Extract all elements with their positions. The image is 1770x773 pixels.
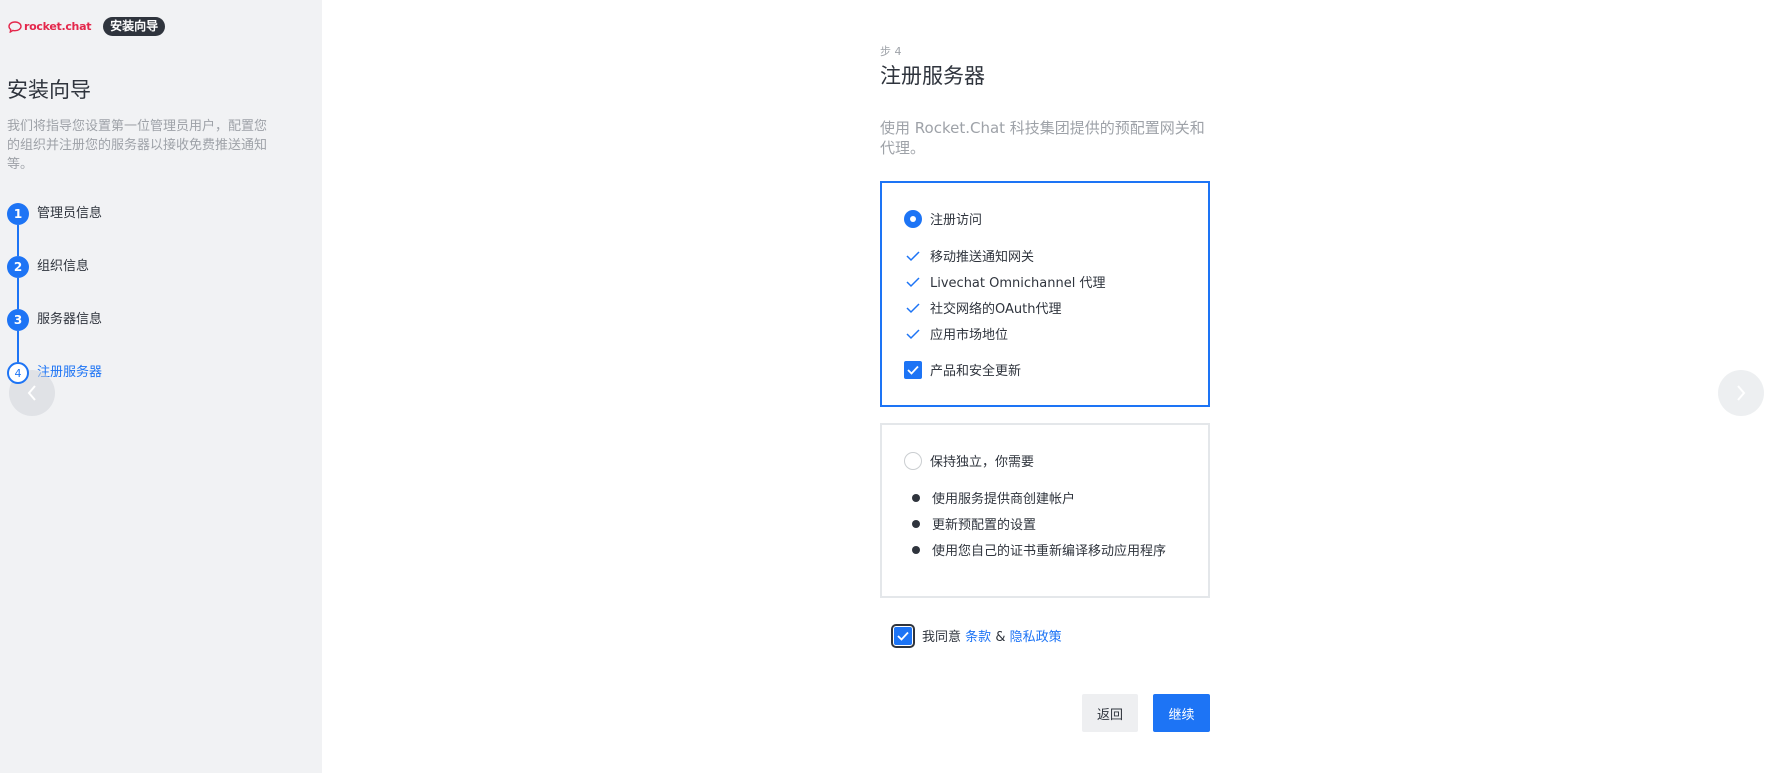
step-list: 1 管理员信息 2 组织信息 3 服务器信息 4 注册服务器 — [7, 203, 102, 415]
step-org-info: 2 组织信息 — [7, 256, 102, 309]
step-label: 服务器信息 — [37, 312, 103, 327]
terms-link[interactable]: 条款 — [965, 630, 991, 645]
standalone-radio[interactable] — [904, 451, 922, 470]
standalone-radio-row[interactable]: 保持独立，你需要 — [904, 451, 1034, 470]
step-server-info: 3 服务器信息 — [7, 309, 102, 362]
rocket-chat-logo-icon — [8, 20, 22, 33]
sidebar-description: 我们将指导您设置第一位管理员用户，配置您的组织并注册您的服务器以接收免费推送通知… — [7, 119, 268, 172]
agree-checkbox[interactable] — [891, 623, 915, 648]
check-icon — [904, 302, 922, 314]
agree-text: 我同意 条款 & 隐私政策 — [922, 626, 1062, 645]
step-number-current: 4 — [7, 362, 29, 384]
bullet-dot-icon — [912, 519, 920, 528]
next-slide-button[interactable] — [1718, 370, 1764, 416]
requirement-item: 使用您自己的证书重新编译移动应用程序 — [912, 540, 1166, 559]
feature-item: Livechat Omnichannel 代理 — [904, 272, 1105, 291]
requirement-label: 更新预配置的设置 — [932, 518, 1037, 533]
standalone-option-card[interactable]: 保持独立，你需要 使用服务提供商创建帐户 更新预配置的设置 使用您自己的证书重新… — [880, 423, 1210, 598]
registered-option-card[interactable]: 注册访问 移动推送通知网关 Livechat Omnichannel 代理 社交… — [880, 181, 1210, 407]
updates-checkbox-row[interactable]: 产品和安全更新 — [904, 360, 1021, 379]
registered-radio-row[interactable]: 注册访问 — [904, 209, 982, 228]
page-subtitle: 使用 Rocket.Chat 科技集团提供的预配置网关和代理。 — [880, 119, 1205, 157]
standalone-option-label: 保持独立，你需要 — [930, 455, 1035, 470]
page-title: 注册服务器 — [880, 64, 985, 88]
agree-terms-row: 我同意 条款 & 隐私政策 — [891, 623, 1062, 648]
back-button[interactable]: 返回 — [1082, 694, 1138, 732]
check-icon — [904, 250, 922, 262]
sidebar-title: 安装向导 — [7, 78, 91, 102]
updates-label: 产品和安全更新 — [930, 364, 1022, 379]
rocket-chat-logo: rocket.chat — [8, 20, 91, 33]
requirement-label: 使用服务提供商创建帐户 — [932, 492, 1076, 507]
step-connector — [17, 225, 19, 256]
feature-item: 社交网络的OAuth代理 — [904, 298, 1061, 317]
feature-label: Livechat Omnichannel 代理 — [930, 276, 1106, 291]
updates-checkbox[interactable] — [904, 360, 922, 379]
requirement-item: 更新预配置的设置 — [912, 514, 1036, 533]
feature-label: 移动推送通知网关 — [930, 250, 1035, 265]
requirement-label: 使用您自己的证书重新编译移动应用程序 — [932, 544, 1167, 559]
bullet-dot-icon — [912, 493, 920, 502]
check-icon — [904, 276, 922, 288]
step-admin-info: 1 管理员信息 — [7, 203, 102, 256]
feature-item: 移动推送通知网关 — [904, 246, 1034, 265]
step-label: 组织信息 — [37, 259, 90, 274]
ampersand: & — [995, 630, 1006, 645]
feature-item: 应用市场地位 — [904, 324, 1008, 343]
logo-text: rocket.chat — [24, 20, 92, 33]
checkmark-icon — [897, 631, 909, 641]
registered-radio[interactable] — [904, 209, 922, 228]
checkmark-icon — [907, 365, 919, 375]
feature-label: 社交网络的OAuth代理 — [930, 302, 1062, 317]
logo-row: rocket.chat 安装向导 — [8, 17, 166, 36]
bullet-dot-icon — [912, 545, 920, 554]
step-number: 3 — [7, 309, 29, 331]
step-number: 2 — [7, 256, 29, 278]
registered-option-label: 注册访问 — [930, 213, 983, 228]
step-number: 1 — [7, 203, 29, 225]
step-indicator: 步 4 — [880, 45, 902, 58]
setup-wizard-badge: 安装向导 — [103, 17, 166, 36]
step-label: 管理员信息 — [37, 206, 103, 221]
feature-label: 应用市场地位 — [930, 328, 1009, 343]
chevron-left-icon — [27, 385, 36, 401]
radio-dot — [910, 215, 916, 222]
agree-prefix: 我同意 — [922, 630, 962, 645]
privacy-policy-link[interactable]: 隐私政策 — [1010, 630, 1062, 645]
check-icon — [904, 328, 922, 340]
continue-button[interactable]: 继续 — [1153, 694, 1210, 732]
step-connector — [17, 331, 19, 362]
chevron-right-icon — [1737, 385, 1746, 401]
requirement-item: 使用服务提供商创建帐户 — [912, 488, 1075, 507]
step-connector — [17, 278, 19, 309]
